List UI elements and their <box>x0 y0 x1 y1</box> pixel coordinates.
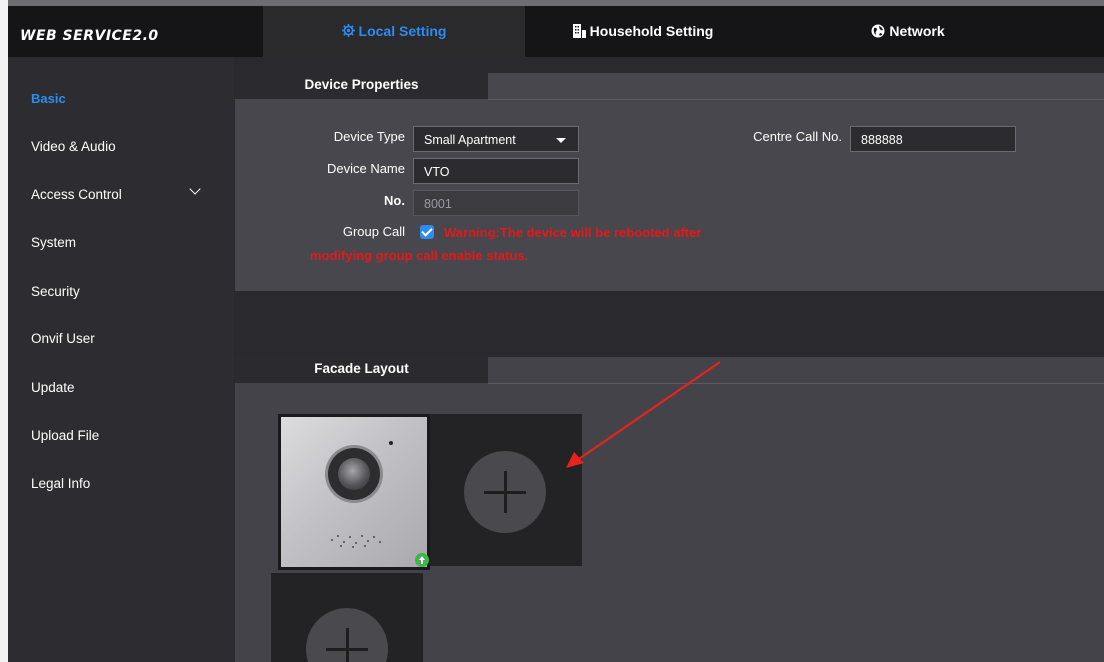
app-window: WEB SERVICE2.0 Local Setting Household S… <box>8 0 1104 662</box>
annotation-arrow <box>566 361 721 468</box>
